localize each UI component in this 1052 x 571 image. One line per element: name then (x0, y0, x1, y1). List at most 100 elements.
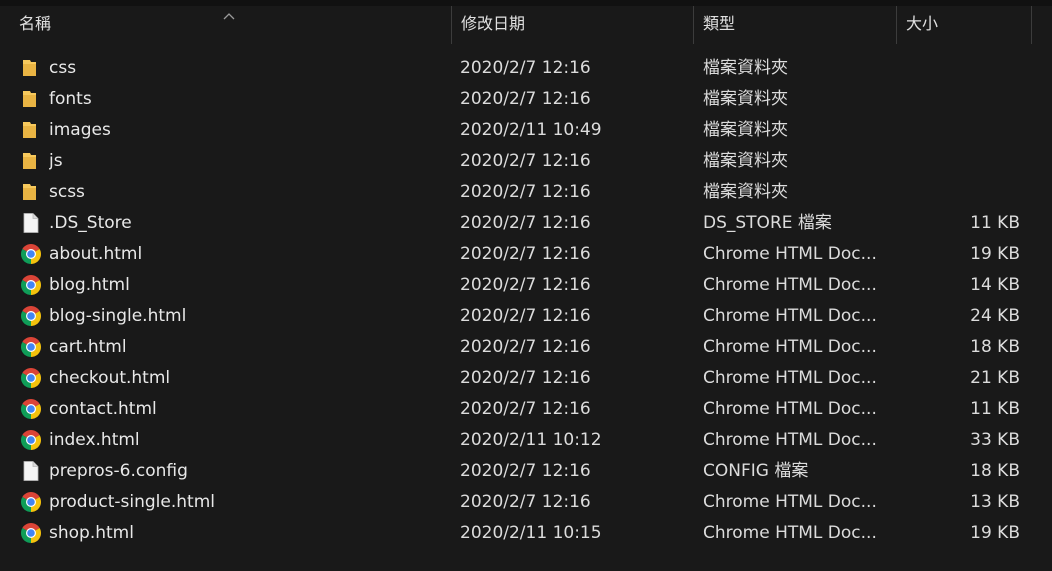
folder-icon (20, 119, 42, 141)
file-type: Chrome HTML Doc... (703, 306, 877, 326)
file-type: Chrome HTML Doc... (703, 430, 877, 450)
chrome-icon (20, 243, 42, 265)
file-size: 19 KB (970, 244, 1020, 264)
file-size (900, 177, 1020, 208)
file-date-modified: 2020/2/7 12:16 (460, 213, 591, 233)
chrome-icon (20, 522, 42, 544)
file-date-modified: 2020/2/7 12:16 (460, 399, 591, 419)
file-date-modified: 2020/2/7 12:16 (460, 306, 591, 326)
file-date-modified: 2020/2/7 12:16 (460, 461, 591, 481)
file-row[interactable]: about.html 2020/2/7 12:16 Chrome HTML Doc.… (0, 239, 1052, 270)
chrome-icon (20, 274, 42, 296)
file-date-modified: 2020/2/7 12:16 (460, 182, 591, 202)
file-size: 11 KB (970, 399, 1020, 419)
file-row[interactable]: prepros-6.config 2020/2/7 12:16 CONFIG 檔案 1… (0, 456, 1052, 487)
file-row[interactable]: css 2020/2/7 12:16 檔案資料夾 (0, 53, 1052, 84)
file-row[interactable]: js 2020/2/7 12:16 檔案資料夾 (0, 146, 1052, 177)
file-row[interactable]: cart.html 2020/2/7 12:16 Chrome HTML Doc..… (0, 332, 1052, 363)
column-divider[interactable] (1031, 6, 1032, 44)
file-date-modified: 2020/2/7 12:16 (460, 58, 591, 78)
chrome-icon (20, 491, 42, 513)
file-row[interactable]: scss 2020/2/7 12:16 檔案資料夾 (0, 177, 1052, 208)
file-size (900, 84, 1020, 115)
folder-icon (20, 181, 42, 203)
column-header-date-label: 修改日期 (461, 14, 526, 33)
file-type: Chrome HTML Doc... (703, 492, 877, 512)
file-type: Chrome HTML Doc... (703, 244, 877, 264)
file-type: 檔案資料夾 (703, 182, 788, 202)
chrome-icon (20, 336, 42, 358)
file-size: 19 KB (970, 523, 1020, 543)
file-type: Chrome HTML Doc... (703, 523, 877, 543)
file-name: cart.html (49, 337, 127, 357)
file-type: Chrome HTML Doc... (703, 275, 877, 295)
file-name: .DS_Store (49, 213, 132, 233)
file-icon (20, 460, 42, 482)
file-size (900, 115, 1020, 146)
file-type: CONFIG 檔案 (703, 461, 809, 481)
file-type: Chrome HTML Doc... (703, 368, 877, 388)
file-row[interactable]: fonts 2020/2/7 12:16 檔案資料夾 (0, 84, 1052, 115)
column-header-date-modified[interactable]: 修改日期 (451, 6, 693, 44)
file-date-modified: 2020/2/7 12:16 (460, 368, 591, 388)
file-name: css (49, 58, 77, 78)
file-size: 33 KB (970, 430, 1020, 450)
file-date-modified: 2020/2/11 10:15 (460, 523, 602, 543)
file-name: product-single.html (49, 492, 215, 512)
file-name: js (49, 151, 63, 171)
file-type: Chrome HTML Doc... (703, 399, 877, 419)
column-header-type[interactable]: 類型 (693, 6, 896, 44)
file-date-modified: 2020/2/7 12:16 (460, 275, 591, 295)
file-row[interactable]: shop.html 2020/2/11 10:15 Chrome HTML Doc.… (0, 518, 1052, 549)
chrome-icon (20, 429, 42, 451)
file-size (900, 53, 1020, 84)
file-date-modified: 2020/2/7 12:16 (460, 151, 591, 171)
file-row[interactable]: product-single.html 2020/2/7 12:16 Chrome … (0, 487, 1052, 518)
file-type: Chrome HTML Doc... (703, 337, 877, 357)
file-date-modified: 2020/2/7 12:16 (460, 89, 591, 109)
file-name: blog-single.html (49, 306, 187, 326)
file-icon (20, 212, 42, 234)
file-name: images (49, 120, 111, 140)
file-size: 11 KB (970, 213, 1020, 233)
file-size (900, 146, 1020, 177)
file-name: contact.html (49, 399, 157, 419)
file-row[interactable]: blog.html 2020/2/7 12:16 Chrome HTML Doc..… (0, 270, 1052, 301)
chrome-icon (20, 398, 42, 420)
file-row[interactable]: images 2020/2/11 10:49 檔案資料夾 (0, 115, 1052, 146)
file-name: scss (49, 182, 85, 202)
file-date-modified: 2020/2/7 12:16 (460, 244, 591, 264)
file-date-modified: 2020/2/7 12:16 (460, 337, 591, 357)
folder-icon (20, 88, 42, 110)
file-name: index.html (49, 430, 140, 450)
file-row[interactable]: index.html 2020/2/11 10:12 Chrome HTML Doc… (0, 425, 1052, 456)
file-name: fonts (49, 89, 92, 109)
column-header-size-label: 大小 (906, 14, 939, 33)
file-row[interactable]: contact.html 2020/2/7 12:16 Chrome HTML Do… (0, 394, 1052, 425)
file-row[interactable]: blog-single.html 2020/2/7 12:16 Chrome HTM… (0, 301, 1052, 332)
file-name: about.html (49, 244, 143, 264)
file-type: 檔案資料夾 (703, 89, 788, 109)
file-type: DS_STORE 檔案 (703, 213, 832, 233)
file-date-modified: 2020/2/7 12:16 (460, 492, 591, 512)
folder-icon (20, 150, 42, 172)
file-size: 18 KB (970, 461, 1020, 481)
file-list: css 2020/2/7 12:16 檔案資料夾 fonts 2020/2/7 12:1… (0, 53, 1052, 549)
file-size: 18 KB (970, 337, 1020, 357)
file-row[interactable]: .DS_Store 2020/2/7 12:16 DS_STORE 檔案 11 KB (0, 208, 1052, 239)
file-name: prepros-6.config (49, 461, 188, 481)
column-header-size[interactable]: 大小 (896, 6, 1031, 44)
file-name: checkout.html (49, 368, 171, 388)
folder-icon (20, 57, 42, 79)
file-date-modified: 2020/2/11 10:12 (460, 430, 602, 450)
file-size: 13 KB (970, 492, 1020, 512)
file-row[interactable]: checkout.html 2020/2/7 12:16 Chrome HTML D… (0, 363, 1052, 394)
column-header-bar: 名稱 修改日期 類型 大小 (0, 6, 1052, 44)
column-header-type-label: 類型 (703, 14, 736, 33)
file-size: 21 KB (970, 368, 1020, 388)
file-size: 14 KB (970, 275, 1020, 295)
chrome-icon (20, 367, 42, 389)
file-name: blog.html (49, 275, 130, 295)
sort-ascending-icon (223, 13, 235, 20)
chrome-icon (20, 305, 42, 327)
